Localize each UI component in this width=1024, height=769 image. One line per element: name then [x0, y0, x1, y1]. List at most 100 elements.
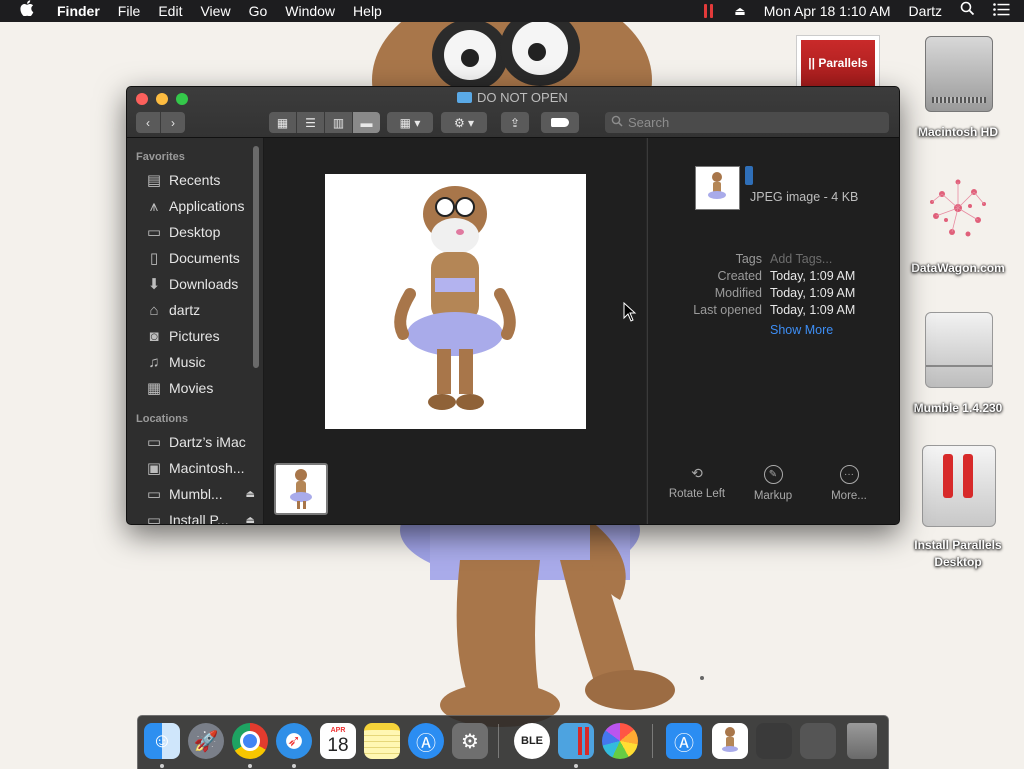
notification-center-icon[interactable] [984, 0, 1024, 22]
show-more-link[interactable]: Show More [770, 323, 833, 337]
desktop-icon-mumble[interactable]: Mumble 1.4.230 [900, 310, 1016, 420]
spotlight-search-icon[interactable] [951, 0, 984, 22]
applications-icon: ⩚ [149, 197, 159, 215]
view-mode-control: ▦ ☰ ▥ ▬ [269, 112, 380, 133]
menu-go[interactable]: Go [240, 0, 277, 22]
close-window-button[interactable] [136, 93, 148, 105]
group-by-button[interactable]: ▦ ▾ [387, 112, 433, 133]
menu-app-name[interactable]: Finder [48, 0, 109, 22]
column-view-button[interactable]: ▥ [325, 112, 353, 133]
launchpad-icon[interactable]: 🚀 [188, 723, 224, 759]
forward-button[interactable]: › [161, 112, 185, 133]
home-icon: ⌂ [149, 301, 159, 319]
desktop-icon-datawagon[interactable]: DataWagon.com [900, 172, 1016, 282]
sidebar-item-recents[interactable]: ▤ Recents [145, 167, 261, 193]
downloads-stack-icon[interactable] [800, 723, 836, 759]
chrome-icon[interactable] [232, 723, 268, 759]
parallels-status-icon[interactable] [704, 4, 714, 18]
gallery-thumbnail[interactable] [274, 463, 328, 515]
disk-image-icon [925, 312, 993, 388]
tag-icon [551, 118, 569, 127]
edit-tags-button[interactable] [541, 112, 579, 133]
rotate-left-button[interactable]: ⟲ Rotate Left [662, 465, 732, 500]
menu-window[interactable]: Window [276, 0, 344, 22]
desktop-icon-macintosh-hd[interactable]: Macintosh HD [910, 32, 1006, 142]
sidebar-item-label: Documents [169, 250, 240, 266]
desktop-folder-stack-icon[interactable] [756, 723, 792, 759]
sidebar-item-imac[interactable]: ▭ Dartz’s iMac [145, 429, 261, 455]
markup-button[interactable]: ✎ Markup [738, 465, 808, 502]
plush-toy-image [394, 186, 516, 410]
back-button[interactable]: ‹ [136, 112, 161, 133]
sidebar-scrollbar[interactable] [253, 146, 259, 368]
info-row-tags: Tags Add Tags... [648, 252, 899, 269]
apple-menu-icon[interactable] [0, 0, 48, 22]
zoom-window-button[interactable] [176, 93, 188, 105]
calendar-day: 18 [327, 734, 349, 756]
sidebar-item-desktop[interactable]: ▭ Desktop [145, 219, 261, 245]
photos-icon[interactable] [602, 723, 638, 759]
gallery-view [264, 138, 646, 524]
sidebar-item-movies[interactable]: ▦ Movies [145, 375, 261, 401]
volume-icon: ▭ [146, 512, 162, 525]
recents-icon: ▤ [146, 172, 162, 189]
action-gear-button[interactable]: ⚙ ▾ [441, 112, 487, 133]
sidebar-item-downloads[interactable]: ⬇ Downloads [145, 271, 261, 297]
sidebar-item-label: Applications [169, 198, 245, 214]
documents-icon: ▯ [149, 250, 159, 267]
applications-folder-icon[interactable]: Ⓐ [666, 723, 702, 759]
finder-icon[interactable]: ☺ [144, 723, 180, 759]
tags-label: Tags [735, 252, 762, 266]
more-button[interactable]: ··· More... [814, 465, 884, 502]
notes-icon[interactable] [364, 723, 400, 759]
desktop-icon-install-parallels[interactable]: Install Parallels Desktop [900, 445, 1016, 575]
image-preview[interactable] [325, 174, 586, 429]
gallery-view-button[interactable]: ▬ [353, 112, 380, 133]
dock-separator [498, 724, 499, 758]
running-indicator [160, 764, 164, 768]
menu-help[interactable]: Help [344, 0, 391, 22]
menu-clock[interactable]: Mon Apr 18 1:10 AM [755, 0, 900, 22]
sidebar-item-mumble[interactable]: ▭ Mumbl... ⏏ [145, 481, 261, 507]
pictures-icon: ◙ [149, 327, 159, 345]
filename-edit-field[interactable] [745, 166, 753, 185]
mumble-icon[interactable]: BLE [514, 723, 550, 759]
eject-status-icon[interactable]: ⏏ [725, 0, 754, 22]
parallels-desktop-icon[interactable] [558, 723, 594, 759]
sidebar-item-label: Pictures [169, 328, 220, 344]
last-opened-value: Today, 1:09 AM [770, 303, 856, 317]
parallels-ad-image[interactable]: || Parallels [796, 35, 880, 91]
info-row-last-opened: Last opened Today, 1:09 AM [648, 303, 899, 320]
eject-icon[interactable]: ⏏ [246, 515, 255, 525]
add-tags-field[interactable]: Add Tags... [770, 252, 832, 266]
sidebar-item-label: dartz [169, 302, 201, 318]
image-document-icon[interactable] [712, 723, 748, 759]
menu-user[interactable]: Dartz [900, 0, 951, 22]
menu-edit[interactable]: Edit [149, 0, 191, 22]
calendar-icon[interactable]: APR 18 [320, 723, 356, 759]
eject-icon[interactable]: ⏏ [246, 489, 255, 500]
finder-window[interactable]: DO NOT OPEN ‹ › ▦ ☰ ▥ ▬ ▦ ▾ ⚙ ▾ ⇪ Search… [126, 86, 900, 525]
sidebar-item-documents[interactable]: ▯ Documents [145, 245, 261, 271]
sidebar-item-install-parallels[interactable]: ▭ Install P... ⏏ [145, 507, 261, 525]
app-store-icon[interactable]: Ⓐ [408, 723, 444, 759]
menu-file[interactable]: File [109, 0, 150, 22]
safari-icon[interactable]: ➶ [276, 723, 312, 759]
sidebar-item-macintosh-hd[interactable]: ▣ Macintosh... [145, 455, 261, 481]
minimize-window-button[interactable] [156, 93, 168, 105]
window-title: DO NOT OPEN [457, 90, 568, 105]
sidebar-item-home[interactable]: ⌂ dartz [145, 297, 261, 323]
list-view-button[interactable]: ☰ [297, 112, 325, 133]
system-preferences-icon[interactable]: ⚙ [452, 723, 488, 759]
calendar-month: APR [330, 726, 346, 734]
sidebar-item-pictures[interactable]: ◙ Pictures [145, 323, 261, 349]
share-button[interactable]: ⇪ [501, 112, 529, 133]
trash-icon[interactable] [847, 723, 877, 759]
dock-separator [652, 724, 653, 758]
search-field[interactable]: Search [605, 112, 889, 133]
menu-view[interactable]: View [191, 0, 239, 22]
icon-view-button[interactable]: ▦ [269, 112, 297, 133]
sidebar-item-music[interactable]: ♫ Music [145, 349, 261, 375]
sidebar-item-applications[interactable]: ⩚ Applications [145, 193, 261, 219]
back-forward-control: ‹ › [136, 112, 185, 133]
